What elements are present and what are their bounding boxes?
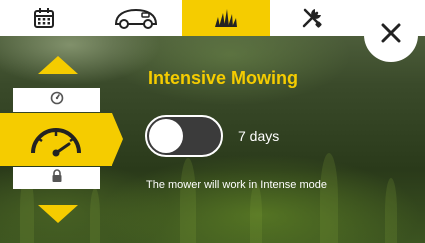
arrow-up-icon[interactable] <box>38 56 78 74</box>
tab-mowing-mode[interactable] <box>182 0 270 36</box>
close-icon <box>381 23 401 48</box>
top-tab-bar <box>0 0 425 36</box>
mode-description: The mower will work in Intense mode <box>146 179 327 191</box>
close-button[interactable] <box>364 8 418 62</box>
lock-icon <box>51 168 63 188</box>
mode-previous[interactable] <box>13 88 100 112</box>
calendar-icon <box>33 7 55 29</box>
grass-icon <box>214 8 238 28</box>
arrow-down-icon[interactable] <box>38 205 78 223</box>
tab-mower[interactable] <box>102 0 170 36</box>
tab-calendar[interactable] <box>15 0 73 36</box>
speedometer-icon <box>27 123 85 162</box>
tab-tools[interactable] <box>283 0 341 36</box>
mode-title: Intensive Mowing <box>148 68 299 88</box>
toggle-knob <box>149 119 183 153</box>
tools-icon <box>301 7 323 29</box>
timer-icon <box>50 91 64 110</box>
mode-selected-intensive[interactable] <box>0 113 112 166</box>
intensive-mowing-toggle[interactable] <box>145 115 223 157</box>
mode-next[interactable] <box>13 167 100 189</box>
duration-label: 7 days <box>238 128 280 144</box>
mower-icon <box>112 7 160 29</box>
mode-selected-pointer <box>112 113 123 165</box>
